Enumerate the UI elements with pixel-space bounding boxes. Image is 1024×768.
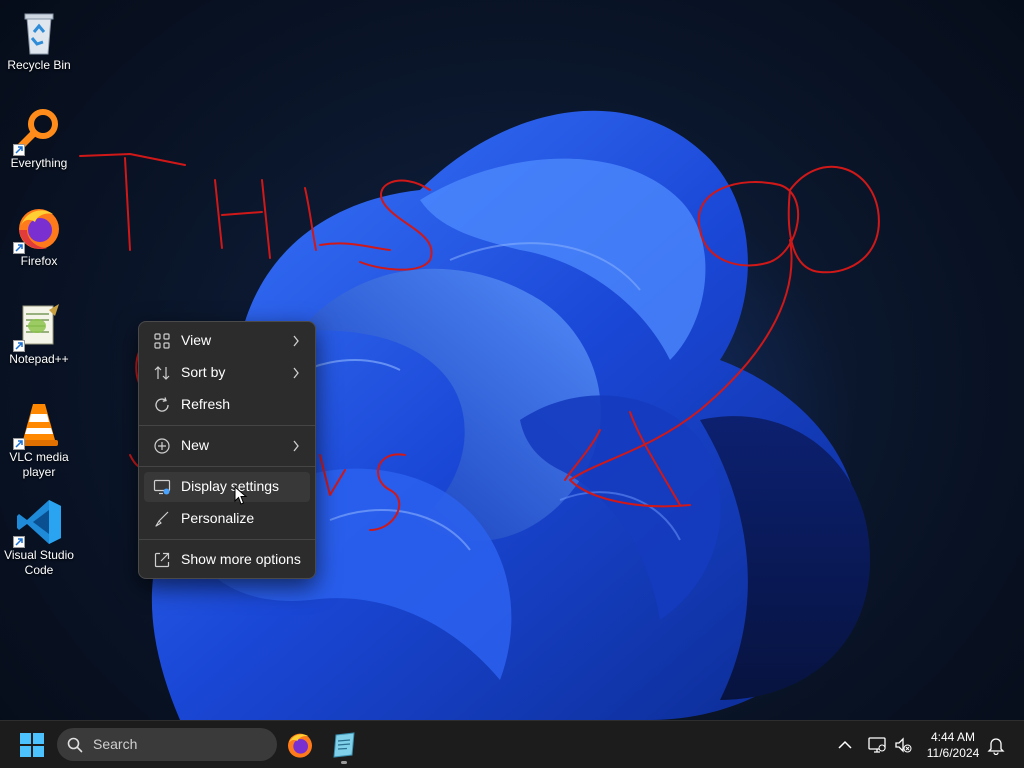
menu-item-sort-by[interactable]: Sort by: [144, 358, 310, 388]
desktop-icon-vlc[interactable]: VLC media player: [0, 400, 78, 480]
desktop[interactable]: Recycle Bin Everything Firefox Notepad++…: [0, 0, 1024, 720]
desktop-icon-vscode[interactable]: Visual Studio Code: [0, 498, 78, 578]
recycle-bin-icon: [24, 13, 54, 55]
menu-item-label: View: [181, 332, 212, 348]
windows-start-icon[interactable]: [20, 733, 44, 757]
shortcut-arrow-icon: [13, 536, 25, 548]
menu-item-refresh[interactable]: Refresh: [144, 390, 310, 420]
taskbar-app-firefox[interactable]: [284, 729, 316, 761]
desktop-icon-label: Visual Studio Code: [4, 548, 74, 577]
taskbar-search-box[interactable]: Search: [57, 728, 277, 761]
shortcut-arrow-icon: [13, 340, 25, 352]
menu-item-new[interactable]: New: [144, 431, 310, 461]
menu-separator: [139, 466, 315, 467]
menu-item-label: Personalize: [181, 510, 255, 526]
taskbar-app-notepad[interactable]: [328, 729, 360, 764]
taskbar: Search 4:44 AM 11/6/2024: [0, 720, 1024, 768]
brush-icon: [155, 511, 169, 527]
menu-item-label: New: [181, 437, 210, 453]
desktop-icon-everything[interactable]: Everything: [0, 106, 78, 171]
desktop-icon-label: Everything: [10, 156, 68, 170]
firefox-icon: [288, 733, 312, 758]
notepad-icon: [333, 732, 355, 758]
menu-item-personalize[interactable]: Personalize: [144, 504, 310, 534]
desktop-icon-label: VLC media player: [9, 450, 69, 479]
grid-view-icon: [154, 333, 170, 349]
shortcut-arrow-icon: [13, 242, 25, 254]
search-placeholder: Search: [93, 736, 138, 752]
external-options-icon: [154, 552, 170, 568]
desktop-icon-label: Firefox: [20, 254, 58, 268]
mouse-pointer-icon: [234, 486, 248, 505]
menu-item-label: Display settings: [181, 478, 280, 494]
chevron-right-icon: [293, 440, 299, 452]
menu-item-view[interactable]: View: [144, 326, 310, 356]
menu-item-display-settings[interactable]: Display settings: [144, 472, 310, 502]
menu-item-label: Show more options: [181, 551, 301, 567]
refresh-icon: [155, 397, 169, 412]
search-icon: [67, 737, 83, 753]
plus-circle-icon: [154, 438, 170, 454]
chevron-right-icon: [293, 367, 299, 379]
desktop-icon-firefox[interactable]: Firefox: [0, 204, 78, 269]
shortcut-arrow-icon: [13, 144, 25, 156]
menu-item-show-more-options[interactable]: Show more options: [144, 545, 310, 575]
chevron-up-icon[interactable]: [835, 735, 855, 755]
taskbar-clock[interactable]: 4:44 AM 11/6/2024: [915, 729, 991, 761]
menu-item-label: Refresh: [181, 396, 231, 412]
bell-icon[interactable]: [986, 735, 1006, 755]
sort-arrows-icon: [154, 366, 170, 380]
clock-time: 4:44 AM: [930, 730, 976, 744]
desktop-context-menu: View Sort by Refresh New Display setting…: [138, 321, 316, 579]
desktop-icon-label: Notepad++: [9, 352, 69, 366]
volume-muted-icon[interactable]: [893, 735, 913, 755]
desktop-icon-recycle-bin[interactable]: Recycle Bin: [0, 8, 78, 73]
desktop-icon-notepad-plus-plus[interactable]: Notepad++: [0, 302, 78, 367]
display-settings-icon: [153, 479, 171, 495]
menu-item-label: Sort by: [181, 364, 226, 380]
menu-separator: [139, 539, 315, 540]
desktop-icon-label: Recycle Bin: [7, 58, 71, 72]
menu-separator: [139, 425, 315, 426]
chevron-right-icon: [293, 335, 299, 347]
network-icon[interactable]: [867, 735, 887, 755]
shortcut-arrow-icon: [13, 438, 25, 450]
clock-date: 11/6/2024: [926, 746, 980, 760]
running-indicator: [341, 761, 347, 764]
